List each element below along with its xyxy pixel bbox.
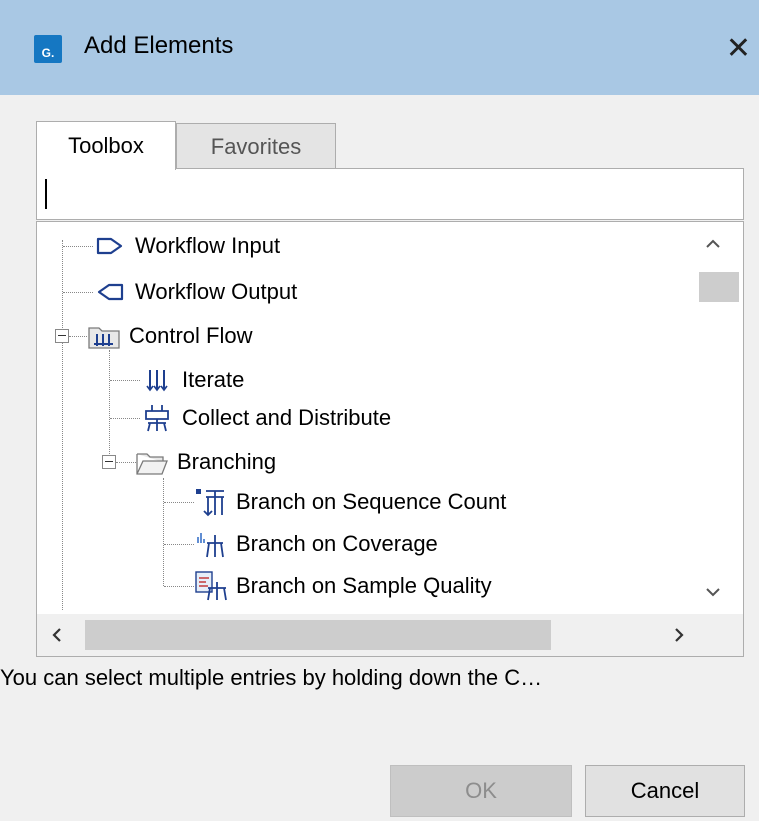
tree-item-label: Workflow Output xyxy=(135,279,298,304)
branch-coverage-icon xyxy=(194,529,228,559)
tree-item-label: Branch on Coverage xyxy=(236,531,438,556)
tree-connector xyxy=(163,478,164,586)
tree-connector xyxy=(110,418,140,419)
collapse-toggle-branching[interactable] xyxy=(102,455,116,469)
tree-connector xyxy=(109,350,110,462)
scroll-up-icon[interactable] xyxy=(703,234,723,254)
tree-item-workflow-output[interactable]: Workflow Output xyxy=(93,272,297,312)
tree-connector xyxy=(164,502,194,503)
tree-connector xyxy=(62,240,63,610)
close-button[interactable]: ✕ xyxy=(718,22,759,74)
tab-favorites[interactable]: Favorites xyxy=(176,123,336,169)
tree-item-collect-and-distribute[interactable]: Collect and Distribute xyxy=(140,398,391,438)
collapse-toggle-control-flow[interactable] xyxy=(55,329,69,343)
tree-item-branch-on-sample-quality[interactable]: Branch on Sample Quality xyxy=(194,566,492,606)
vertical-scrollbar-thumb[interactable] xyxy=(699,272,739,302)
ok-button[interactable]: OK xyxy=(390,765,572,817)
workflow-output-icon xyxy=(93,277,127,307)
title-bar: G. Add Elements ✕ xyxy=(0,0,759,95)
tree-item-label: Branch on Sequence Count xyxy=(236,489,507,514)
tab-toolbox[interactable]: Toolbox xyxy=(36,121,176,170)
tree-item-control-flow[interactable]: Control Flow xyxy=(87,316,252,356)
scroll-left-icon[interactable] xyxy=(47,624,67,646)
element-tree[interactable]: Workflow Input Workflow Output Control F… xyxy=(36,221,744,657)
tree-connector xyxy=(164,544,194,545)
tree-item-iterate[interactable]: Iterate xyxy=(140,360,244,400)
tree-connector xyxy=(63,246,93,247)
scroll-right-icon[interactable] xyxy=(669,624,689,646)
tree-item-label: Control Flow xyxy=(129,323,253,348)
tree-item-label: Collect and Distribute xyxy=(182,405,392,430)
collect-distribute-icon xyxy=(140,403,174,433)
app-logo-icon: G. xyxy=(34,35,62,63)
scroll-down-icon[interactable] xyxy=(703,582,723,602)
cancel-button[interactable]: Cancel xyxy=(585,765,745,817)
iterate-icon xyxy=(140,365,174,395)
search-input[interactable] xyxy=(36,168,744,220)
workflow-input-icon xyxy=(93,231,127,261)
folder-open-icon xyxy=(135,447,169,477)
tree-item-branch-on-sequence-count[interactable]: Branch on Sequence Count xyxy=(194,482,506,522)
tree-item-label: Branch on Sample Quality xyxy=(236,573,492,598)
tree-item-branch-on-coverage[interactable]: Branch on Coverage xyxy=(194,524,438,564)
tree-connector xyxy=(69,336,87,337)
selection-hint: You can select multiple entries by holdi… xyxy=(0,665,543,690)
window-title: Add Elements xyxy=(84,32,234,59)
tree-item-branching[interactable]: Branching xyxy=(135,442,276,482)
branch-sample-quality-icon xyxy=(194,571,228,601)
tree-item-label: Branching xyxy=(177,449,277,474)
tree-item-workflow-input[interactable]: Workflow Input xyxy=(93,226,280,266)
tree-connector xyxy=(110,380,140,381)
horizontal-scrollbar-thumb[interactable] xyxy=(85,620,551,650)
tree-connector xyxy=(164,586,194,587)
text-caret xyxy=(45,179,47,209)
branch-sequence-count-icon xyxy=(194,487,228,517)
tree-item-label: Iterate xyxy=(182,367,245,392)
tree-item-label: Workflow Input xyxy=(135,233,281,258)
tree-connector xyxy=(116,462,136,463)
tree-connector xyxy=(63,292,93,293)
horizontal-scrollbar[interactable] xyxy=(37,614,743,656)
folder-icon xyxy=(87,321,121,351)
